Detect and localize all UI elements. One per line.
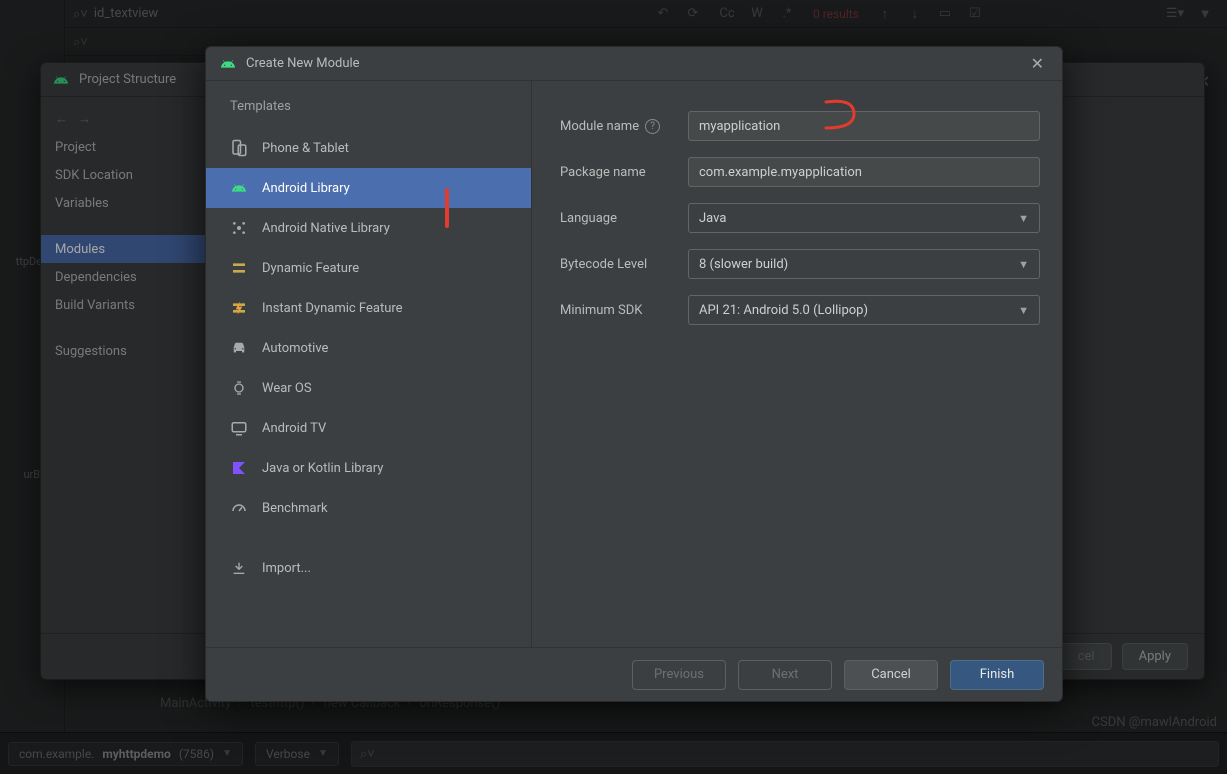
- cancel-button[interactable]: Cancel: [844, 660, 938, 690]
- finish-button[interactable]: Finish: [950, 660, 1044, 690]
- template-label: Android Library: [262, 181, 350, 196]
- previous-button[interactable]: Previous: [632, 660, 726, 690]
- template-wear-os[interactable]: Wear OS: [206, 368, 531, 408]
- template-label: Android Native Library: [262, 221, 390, 236]
- mod-titlebar: Create New Module ✕: [206, 47, 1062, 81]
- package-name-label: Package name: [560, 165, 688, 180]
- template-android-tv[interactable]: Android TV: [206, 408, 531, 448]
- template-label: Phone & Tablet: [262, 141, 349, 156]
- template-label: Android TV: [262, 421, 326, 436]
- language-select[interactable]: Java ▼: [688, 203, 1040, 233]
- next-button[interactable]: Next: [738, 660, 832, 690]
- package-name-input[interactable]: com.example.myapplication: [688, 157, 1040, 187]
- template-instant-dynamic-feature[interactable]: Instant Dynamic Feature: [206, 288, 531, 328]
- template-label: Benchmark: [262, 501, 328, 516]
- native-icon: [230, 219, 248, 237]
- caret-down-icon: ▼: [1018, 304, 1029, 317]
- tv-icon: [230, 419, 248, 437]
- android-icon: [230, 179, 248, 197]
- gauge-icon: [230, 499, 248, 517]
- minsdk-select[interactable]: API 21: Android 5.0 (Lollipop) ▼: [688, 295, 1040, 325]
- caret-down-icon: ▼: [1018, 258, 1029, 271]
- dynamic-icon: [230, 259, 248, 277]
- template-import-[interactable]: Import...: [206, 548, 531, 588]
- minsdk-label: Minimum SDK: [560, 303, 688, 318]
- module-form: Module name ? myapplication Package name…: [532, 81, 1062, 647]
- caret-down-icon: ▼: [1018, 212, 1029, 225]
- android-icon: [220, 56, 236, 72]
- import-icon: [230, 559, 248, 577]
- template-label: Java or Kotlin Library: [262, 461, 383, 476]
- close-icon[interactable]: ✕: [1027, 52, 1048, 75]
- car-icon: [230, 339, 248, 357]
- help-icon[interactable]: ?: [645, 119, 660, 134]
- language-label: Language: [560, 211, 688, 226]
- bytecode-label: Bytecode Level: [560, 257, 688, 272]
- template-label: Wear OS: [262, 381, 312, 396]
- template-label: Dynamic Feature: [262, 261, 359, 276]
- mod-footer: Previous Next Cancel Finish: [206, 647, 1062, 701]
- template-label: Instant Dynamic Feature: [262, 301, 403, 316]
- template-android-native-library[interactable]: Android Native Library: [206, 208, 531, 248]
- annotation-mark-1: [445, 188, 449, 228]
- module-name-input[interactable]: myapplication: [688, 111, 1040, 141]
- phone-tablet-icon: [230, 139, 248, 157]
- templates-list: Templates Phone & Tablet Android Library A…: [206, 81, 532, 647]
- template-phone-tablet[interactable]: Phone & Tablet: [206, 128, 531, 168]
- mod-title-text: Create New Module: [246, 56, 360, 71]
- watch-icon: [230, 379, 248, 397]
- instant-icon: [230, 299, 248, 317]
- template-android-library[interactable]: Android Library: [206, 168, 531, 208]
- template-label: Automotive: [262, 341, 328, 356]
- template-java-or-kotlin-library[interactable]: Java or Kotlin Library: [206, 448, 531, 488]
- create-module-dialog: Create New Module ✕ Templates Phone & Ta…: [205, 46, 1063, 702]
- module-name-label: Module name ?: [560, 119, 688, 134]
- bytecode-select[interactable]: 8 (slower build) ▼: [688, 249, 1040, 279]
- template-benchmark[interactable]: Benchmark: [206, 488, 531, 528]
- template-label: Import...: [262, 561, 311, 576]
- templates-heading: Templates: [206, 99, 531, 128]
- kotlin-icon: [230, 459, 248, 477]
- template-dynamic-feature[interactable]: Dynamic Feature: [206, 248, 531, 288]
- template-automotive[interactable]: Automotive: [206, 328, 531, 368]
